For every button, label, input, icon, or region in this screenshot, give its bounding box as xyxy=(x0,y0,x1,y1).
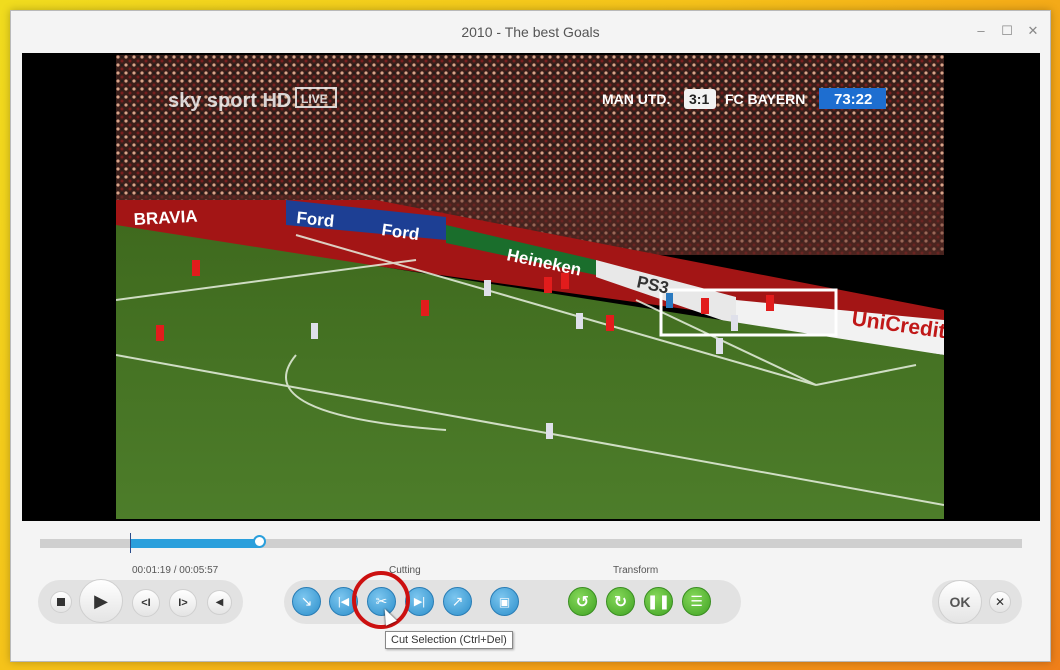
flip-vertical-icon: ☰ xyxy=(690,593,703,609)
preview-icon: ▣ xyxy=(498,594,511,609)
ad-board-text: BRAVIA xyxy=(133,207,198,229)
stop-button[interactable] xyxy=(50,591,72,613)
title-bar: 2010 - The best Goals – ☐ ✕ xyxy=(11,11,1050,53)
end-marker-icon: ↗ xyxy=(451,593,464,609)
match-clock: 73:22 xyxy=(834,91,872,108)
score: 3:1 xyxy=(689,91,709,107)
tooltip: Cut Selection (Ctrl+Del) xyxy=(385,631,513,649)
playhead-handle[interactable] xyxy=(253,535,266,548)
soccer-scene: sky sport HD LIVE MAN UTD. 3:1 FC BAYERN… xyxy=(116,55,944,519)
rotate-right-icon: ↻ xyxy=(613,593,628,611)
away-team: FC BAYERN xyxy=(725,91,805,107)
set-selection-start-button[interactable]: ↘ xyxy=(292,587,321,616)
broadcaster-logo: sky sport HD xyxy=(168,90,291,112)
timeline-slider[interactable] xyxy=(40,533,1022,553)
set-selection-end-button[interactable]: ↗ xyxy=(443,587,472,616)
video-editor-window: 2010 - The best Goals – ☐ ✕ sky sport HD… xyxy=(10,10,1051,662)
rotate-left-button[interactable]: ↺ xyxy=(568,587,597,616)
flip-horizontal-icon: ❚❚ xyxy=(646,593,671,609)
preview-selection-button[interactable]: ▣ xyxy=(490,587,519,616)
maximize-button[interactable]: ☐ xyxy=(1000,24,1014,38)
next-frame-button[interactable]: I> xyxy=(169,589,197,617)
start-marker-icon: ↘ xyxy=(300,593,313,609)
time-display: 00:01:19 / 00:05:57 xyxy=(132,565,219,576)
home-team: MAN UTD. xyxy=(602,91,670,107)
transform-group-label: Transform xyxy=(613,565,659,576)
flip-horizontal-button[interactable]: ❚❚ xyxy=(644,587,673,616)
selection-fill xyxy=(130,539,260,548)
stop-icon xyxy=(57,598,65,606)
rotate-left-icon: ↺ xyxy=(575,593,590,611)
rotate-right-button[interactable]: ↻ xyxy=(606,587,635,616)
cancel-button[interactable]: ✕ xyxy=(989,591,1011,613)
volume-button[interactable]: ◀ xyxy=(207,590,232,615)
ad-board-text: Ford xyxy=(296,208,336,231)
window-title: 2010 - The best Goals xyxy=(461,24,600,40)
video-preview[interactable]: sky sport HD LIVE MAN UTD. 3:1 FC BAYERN… xyxy=(22,53,1040,521)
ok-button[interactable]: OK xyxy=(938,580,982,624)
skip-end-icon: ▶| xyxy=(413,596,426,608)
click-highlight-circle xyxy=(352,571,410,629)
live-badge: LIVE xyxy=(301,92,328,106)
close-window-button[interactable]: ✕ xyxy=(1026,24,1040,38)
video-frame: sky sport HD LIVE MAN UTD. 3:1 FC BAYERN… xyxy=(116,55,944,519)
flip-vertical-button[interactable]: ☰ xyxy=(682,587,711,616)
play-button[interactable]: ▶ xyxy=(79,579,123,623)
speaker-icon: ◀ xyxy=(215,597,224,608)
minimize-button[interactable]: – xyxy=(974,24,988,38)
selection-start-marker[interactable] xyxy=(130,533,131,553)
play-icon: ▶ xyxy=(94,590,108,611)
skip-start-icon: |◀ xyxy=(337,596,350,608)
previous-frame-button[interactable]: <I xyxy=(132,589,160,617)
